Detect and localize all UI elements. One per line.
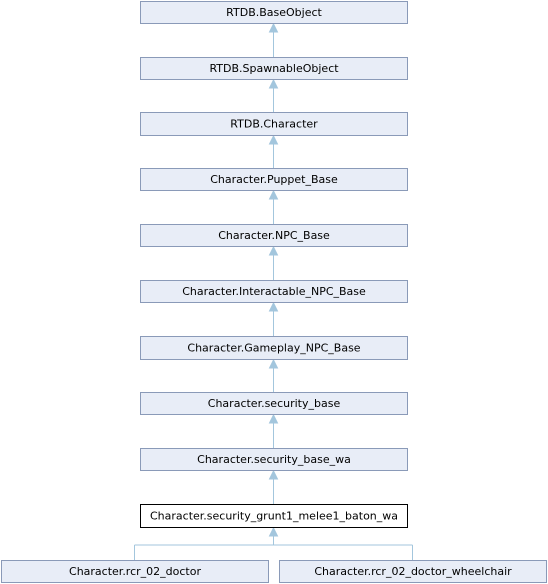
- arrowhead-security_base: [268, 413, 279, 424]
- class-node-label: Character.security_grunt1_melee1_baton_w…: [150, 510, 398, 523]
- arrowhead-security_grunt1_melee1_baton_wa: [268, 526, 279, 537]
- class-node-npc-base[interactable]: Character.NPC_Base: [140, 224, 408, 247]
- class-node-rcr-02-doctor-wheelchair[interactable]: Character.rcr_02_doctor_wheelchair: [279, 560, 547, 583]
- class-node-gameplay-npc-base[interactable]: Character.Gameplay_NPC_Base: [140, 336, 408, 360]
- class-node-label: RTDB.BaseObject: [226, 6, 322, 19]
- class-node-label: Character.NPC_Base: [218, 229, 330, 242]
- class-node-interactable-npc-base[interactable]: Character.Interactable_NPC_Base: [140, 280, 408, 303]
- class-node-label: Character.Gameplay_NPC_Base: [187, 342, 360, 355]
- arrowhead-base_object: [268, 22, 279, 33]
- inheritance-diagram: RTDB.BaseObject RTDB.SpawnableObject RTDB.…: [1, 1, 547, 583]
- class-node-base-object[interactable]: RTDB.BaseObject: [140, 1, 408, 24]
- class-node-label: Character.Interactable_NPC_Base: [182, 285, 366, 298]
- class-node-character[interactable]: RTDB.Character: [140, 112, 408, 136]
- class-node-label: Character.security_base: [208, 397, 341, 410]
- arrowhead-npc_base: [268, 245, 279, 256]
- arrowhead-character: [268, 134, 279, 145]
- class-node-security-grunt1-melee1-baton-wa: Character.security_grunt1_melee1_baton_w…: [140, 504, 408, 528]
- arrowhead-puppet_base: [268, 189, 279, 200]
- class-node-security-base-wa[interactable]: Character.security_base_wa: [140, 448, 408, 471]
- class-node-security-base[interactable]: Character.security_base: [140, 392, 408, 415]
- arrowhead-interactable_npc_base: [268, 301, 279, 312]
- arrowhead-spawnable_object: [268, 78, 279, 89]
- class-node-label: RTDB.SpawnableObject: [209, 62, 339, 75]
- arrowhead-gameplay_npc_base: [268, 358, 279, 369]
- class-node-puppet-base[interactable]: Character.Puppet_Base: [140, 168, 408, 191]
- class-node-label: Character.Puppet_Base: [210, 173, 338, 186]
- class-node-label: Character.security_base_wa: [197, 453, 351, 466]
- class-node-label: Character.rcr_02_doctor_wheelchair: [314, 565, 512, 578]
- class-node-spawnable-object[interactable]: RTDB.SpawnableObject: [140, 57, 408, 80]
- arrowhead-security_base_wa: [268, 469, 279, 480]
- class-node-label: Character.rcr_02_doctor: [69, 565, 201, 578]
- class-node-rcr-02-doctor[interactable]: Character.rcr_02_doctor: [1, 560, 269, 583]
- class-node-label: RTDB.Character: [230, 118, 318, 131]
